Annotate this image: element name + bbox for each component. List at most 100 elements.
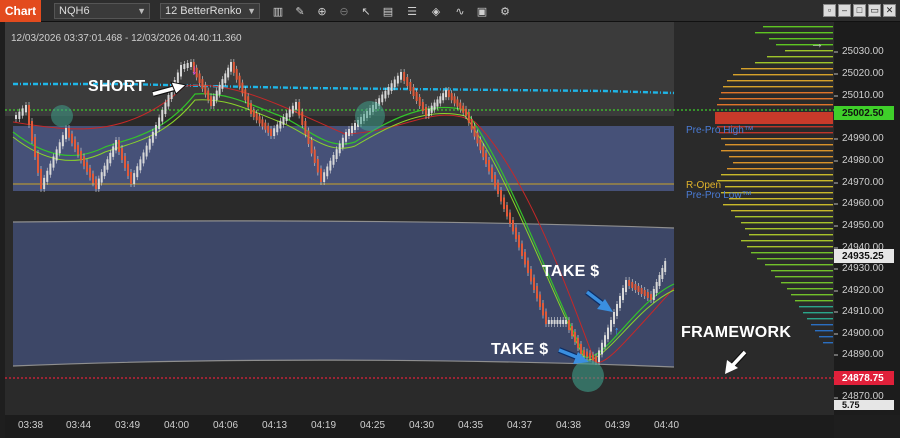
renko-brick xyxy=(139,159,142,171)
renko-brick xyxy=(295,102,297,110)
renko-brick xyxy=(92,173,94,184)
minimize-button[interactable]: – xyxy=(838,4,851,17)
time-tick: 04:39 xyxy=(605,420,631,431)
renko-brick xyxy=(497,182,499,194)
renko-brick xyxy=(418,97,421,106)
pin-button[interactable]: ▫ xyxy=(823,4,836,17)
renko-brick xyxy=(348,129,350,136)
renko-brick xyxy=(326,166,329,177)
renko-brick xyxy=(427,108,430,116)
renko-brick xyxy=(637,286,640,292)
renko-brick xyxy=(622,288,624,300)
price-tick: 25030.00 xyxy=(842,46,884,57)
zoom-in-icon[interactable]: ⊕ xyxy=(314,3,330,19)
renko-brick xyxy=(577,338,579,348)
renko-brick xyxy=(252,110,255,118)
time-tick: 03:49 xyxy=(115,420,141,431)
renko-brick xyxy=(276,124,279,133)
renko-brick xyxy=(285,113,288,121)
renko-brick xyxy=(86,162,88,172)
renko-brick xyxy=(210,96,212,106)
short-entry-arrow-icon: ↓ xyxy=(191,61,198,77)
renko-brick xyxy=(267,125,270,133)
maximize-button[interactable]: □ xyxy=(853,4,866,17)
renko-brick xyxy=(279,120,282,129)
indicator-icon[interactable]: ∿ xyxy=(452,3,468,19)
chevron-down-icon: ▼ xyxy=(137,6,146,16)
volume-profile xyxy=(715,26,833,344)
renko-brick xyxy=(473,125,476,137)
renko-brick xyxy=(412,87,415,96)
renko-brick xyxy=(491,167,493,179)
renko-brick xyxy=(155,125,157,136)
instrument-value: NQH6 xyxy=(59,5,90,17)
renko-brick xyxy=(447,90,450,98)
price-tick: 25010.00 xyxy=(842,90,884,101)
price-tick: 24970.00 xyxy=(842,177,884,188)
renko-brick xyxy=(43,177,46,189)
time-tick: 04:35 xyxy=(458,420,484,431)
renko-brick xyxy=(482,146,485,158)
renko-brick xyxy=(21,108,24,116)
bars-icon[interactable]: ▥ xyxy=(270,3,286,19)
renko-brick xyxy=(255,113,258,121)
renko-brick xyxy=(221,79,224,89)
renko-brick xyxy=(31,121,33,141)
renko-brick xyxy=(298,102,301,116)
renko-brick xyxy=(55,149,58,161)
settings-icon[interactable]: ⚙ xyxy=(497,3,513,19)
renko-brick xyxy=(462,105,465,113)
renko-brick xyxy=(133,173,136,184)
renko-brick xyxy=(536,286,538,299)
renko-brick xyxy=(258,116,261,124)
renko-brick xyxy=(145,145,148,157)
pencil-icon[interactable]: ✎ xyxy=(292,3,308,19)
data-box-icon[interactable]: ▤ xyxy=(380,3,396,19)
last-level-price-tag: 25002.50 xyxy=(834,106,894,120)
renko-brick xyxy=(235,68,238,80)
renko-brick xyxy=(40,169,42,189)
long-entry-arrow-icon: ↑ xyxy=(614,325,620,337)
renko-brick xyxy=(556,320,559,324)
renko-brick xyxy=(167,95,170,107)
properties-icon[interactable]: ☰ xyxy=(404,3,420,19)
restore-button[interactable]: ▭ xyxy=(868,4,881,17)
bar-type-selector[interactable]: 12 BetterRenko ▼ xyxy=(160,3,260,19)
renko-brick xyxy=(261,119,264,127)
renko-brick xyxy=(183,64,186,69)
renko-brick xyxy=(476,132,479,144)
chevron-down-icon: ▼ xyxy=(247,6,256,16)
renko-brick xyxy=(124,156,126,168)
partial-price-tag: 5.75 xyxy=(834,400,894,410)
instrument-selector[interactable]: NQH6 ▼ xyxy=(54,3,150,19)
zoom-out-icon[interactable]: ⊖ xyxy=(336,3,352,19)
renko-brick xyxy=(625,280,627,292)
renko-brick xyxy=(68,128,70,138)
price-tick: 24910.00 xyxy=(842,306,884,317)
chart-tab[interactable]: Chart xyxy=(0,0,41,22)
renko-brick xyxy=(530,269,532,282)
close-button[interactable]: ✕ xyxy=(883,4,896,17)
pointer-icon[interactable]: ↖ xyxy=(358,3,374,19)
renko-brick xyxy=(509,212,511,224)
renko-brick xyxy=(332,155,335,165)
strategy-icon[interactable]: ◈ xyxy=(428,3,444,19)
renko-brick xyxy=(616,304,618,316)
renko-brick xyxy=(655,282,658,293)
renko-brick xyxy=(512,220,514,232)
renko-brick xyxy=(550,320,553,324)
renko-brick xyxy=(247,96,250,108)
renko-brick xyxy=(218,84,221,95)
renko-brick xyxy=(589,353,591,359)
renko-brick xyxy=(341,137,344,148)
renko-brick xyxy=(118,140,120,152)
renko-brick xyxy=(215,90,218,101)
renko-brick xyxy=(103,165,106,177)
renko-brick xyxy=(15,115,17,119)
renko-brick xyxy=(421,102,424,111)
renko-brick xyxy=(406,77,409,86)
template-icon[interactable]: ▣ xyxy=(474,3,490,19)
renko-brick xyxy=(109,152,112,164)
scroll-right-icon[interactable]: → xyxy=(810,35,824,51)
renko-brick xyxy=(227,67,230,78)
